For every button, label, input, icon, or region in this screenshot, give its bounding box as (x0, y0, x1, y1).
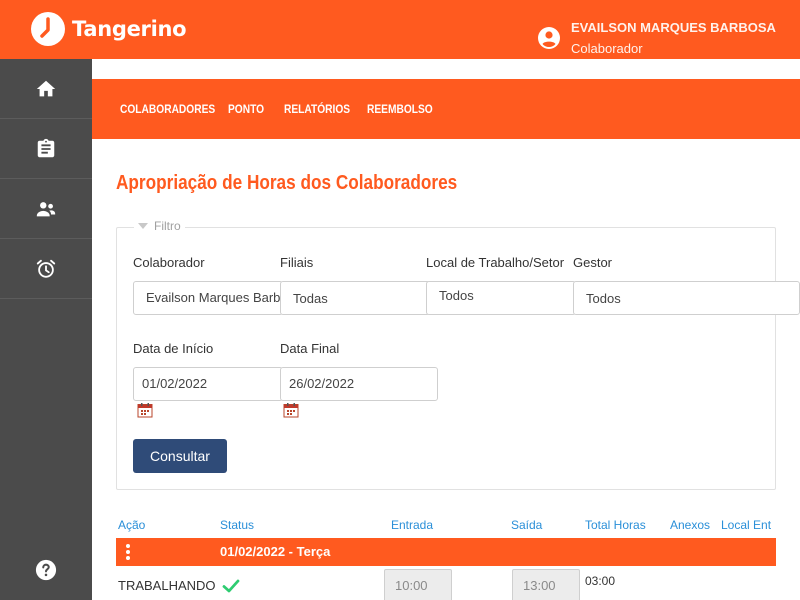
people-icon (36, 201, 56, 216)
page-title: Apropriação de Horas dos Colaboradores (116, 172, 458, 194)
filiais-label: Filiais (280, 255, 314, 270)
sidebar-item-tasks[interactable] (0, 119, 92, 179)
app-name: Tangerino (72, 17, 187, 41)
help-button[interactable] (0, 550, 92, 590)
home-icon (36, 80, 56, 96)
clipboard-icon (37, 138, 55, 157)
consultar-button[interactable]: Consultar (133, 439, 227, 473)
data-final-label: Data Final (280, 341, 340, 356)
sidebar-item-alarm[interactable] (0, 239, 92, 299)
col-header-local-ent[interactable]: Local Ent (721, 518, 771, 532)
user-role: Colaborador (571, 41, 643, 56)
local-select[interactable]: Todos (426, 281, 576, 315)
more-vert-icon[interactable] (126, 544, 130, 560)
local-label: Local de Trabalho/Setor (426, 255, 565, 270)
filter-toggle[interactable]: Filtro (134, 219, 185, 233)
sidebar-item-home[interactable] (0, 59, 92, 119)
top-header: Tangerino EVAILSON MARQUES BARBOSA Colab… (0, 0, 800, 59)
caret-down-icon (138, 223, 148, 229)
alarm-icon (36, 259, 56, 278)
nav-relatorios[interactable]: RELATÓRIOS (284, 102, 350, 116)
clock-logo-icon (31, 12, 65, 46)
nav-ponto[interactable]: PONTO (228, 102, 264, 116)
user-name: EVAILSON MARQUES BARBOSA (571, 20, 776, 35)
col-header-acao[interactable]: Ação (118, 518, 145, 532)
data-inicio-input[interactable]: 01/02/2022 (133, 367, 283, 401)
entrada-input[interactable]: 10:00 (384, 569, 452, 600)
app-logo[interactable]: Tangerino (30, 11, 187, 47)
nav-reembolso[interactable]: REEMBOLSO (367, 102, 433, 116)
calendar-icon[interactable] (283, 402, 299, 418)
gestor-select[interactable]: Todos (573, 281, 800, 315)
row-status: TRABALHANDO (118, 578, 216, 593)
sidebar (0, 59, 92, 600)
day-label: 01/02/2022 - Terça (220, 544, 331, 559)
colaborador-label: Colaborador (133, 255, 205, 270)
calendar-icon[interactable] (137, 402, 153, 418)
colaborador-select[interactable]: Evailson Marques Barbosa (133, 281, 283, 315)
filter-legend: Filtro (154, 219, 181, 233)
col-header-anexos[interactable]: Anexos (670, 518, 710, 532)
col-header-saida[interactable]: Saída (511, 518, 542, 532)
sidebar-item-people[interactable] (0, 179, 92, 239)
data-inicio-label: Data de Início (133, 341, 214, 356)
filiais-select[interactable]: Todas (280, 281, 430, 315)
help-icon (35, 559, 57, 581)
nav-colaboradores[interactable]: COLABORADORES (120, 102, 215, 116)
col-header-entrada[interactable]: Entrada (391, 518, 433, 532)
day-group-row: 01/02/2022 - Terça (116, 538, 776, 566)
col-header-status[interactable]: Status (220, 518, 254, 532)
row-total-horas: 03:00 (585, 574, 616, 588)
gestor-label: Gestor (573, 255, 613, 270)
account-circle-icon (538, 27, 560, 49)
col-header-total-horas[interactable]: Total Horas (585, 518, 646, 532)
check-icon (222, 579, 240, 593)
main-nav: COLABORADORES PONTO RELATÓRIOS REEMBOLSO (92, 79, 800, 139)
saida-input[interactable]: 13:00 (512, 569, 580, 600)
data-final-input[interactable]: 26/02/2022 (280, 367, 438, 401)
